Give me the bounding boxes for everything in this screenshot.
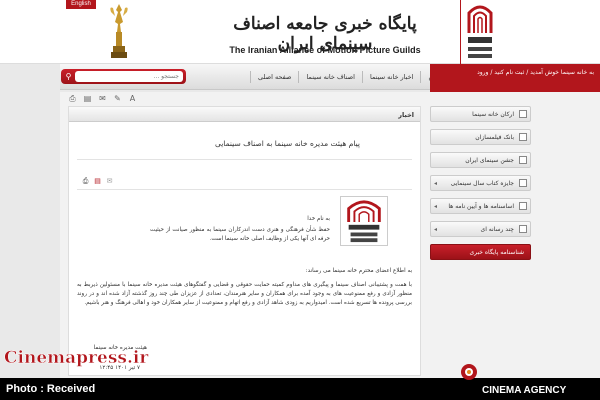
sidebar-item-statutes[interactable]: ◂ اساسنامه ها و آیین نامه ها — [430, 198, 531, 214]
sidebar-item-cinema-festival[interactable]: جشن سینمای ایران — [430, 152, 531, 168]
document-icon — [519, 202, 527, 210]
watermark-site: Cinemapress.ir — [4, 348, 149, 369]
email-icon[interactable]: ✉ — [98, 94, 107, 103]
header-divider — [460, 0, 461, 64]
article-content: اخبار پیام هیئت مدیره خانه سینما به اصنا… — [68, 106, 421, 376]
chevron-left-icon: ◂ — [434, 226, 438, 233]
sidebar-item-label: چند رسانه ای — [480, 226, 515, 233]
photo-credit: Photo : Received — [6, 383, 96, 395]
document-icon — [519, 133, 527, 141]
sidebar-item-cinema-pillars[interactable]: ارکان خانه سینما — [430, 106, 531, 122]
page-toolbar: ⎙ ▤ ✉ ✎ A — [68, 94, 137, 106]
nav-menu: صفحه اصلی اصناف خانه سینما اخبار خانه سی… — [250, 64, 451, 90]
trophy-icon — [110, 4, 128, 58]
pdf-icon[interactable]: ▤ — [93, 177, 102, 186]
site-header: English پایگاه خبری جامعه اصناف سینمای ا… — [0, 0, 600, 64]
english-button[interactable]: English — [66, 0, 96, 9]
search-input[interactable] — [75, 71, 183, 82]
sidebar-item-label: ارکان خانه سینما — [472, 111, 514, 118]
divider — [77, 189, 412, 190]
email-icon[interactable]: ✉ — [105, 177, 114, 186]
sidebar-item-filmmakers-bank[interactable]: بانک فیلمسازان — [430, 129, 531, 145]
welcome-login-bar[interactable]: به خانه سینما خوش آمدید / ثبت نام کنید /… — [430, 64, 600, 92]
print-icon[interactable]: ⎙ — [81, 177, 90, 186]
document-icon — [519, 156, 527, 164]
article-title: پیام هیئت مدیره خانه سینما به اصناف سینم… — [214, 139, 360, 148]
body-text: با همت و پشتیبانی اصناف سینما و پیگیری ه… — [77, 282, 412, 306]
sidebar-item-label: شناسنامه پایگاه خبری — [469, 249, 524, 256]
intro-heading: به نام خدا — [307, 216, 330, 222]
section-label: اخبار — [69, 107, 420, 122]
left-margin — [0, 64, 60, 378]
nav-item-guilds[interactable]: اصناف خانه سینما — [298, 71, 362, 83]
sidebar-item-label: جشن سینمای ایران — [465, 157, 514, 164]
sidebar-item-label: جایزه کتاب سال سینمایی — [450, 180, 514, 187]
chevron-left-icon: ◂ — [434, 203, 438, 210]
cinema-agency-logo — [461, 364, 477, 380]
agency-name: CINEMA AGENCY — [482, 385, 567, 396]
sidebar-item-label: بانک فیلمسازان — [475, 134, 514, 141]
font-size-icon[interactable]: A — [128, 94, 137, 103]
search-icon[interactable]: ⚲ — [64, 72, 73, 81]
document-icon — [519, 110, 527, 118]
chevron-left-icon: ◂ — [434, 180, 438, 187]
search-box: ⚲ — [61, 69, 186, 84]
intro-text: حفظ شأن فرهنگی و هنری دست اندرکاران سینم… — [150, 227, 330, 242]
edit-icon[interactable]: ✎ — [113, 94, 122, 103]
sidebar-item-multimedia[interactable]: ◂ چند رسانه ای — [430, 221, 531, 237]
pdf-icon[interactable]: ▤ — [83, 94, 92, 103]
nav-item-news[interactable]: اخبار خانه سینما — [362, 71, 420, 83]
site-title-en: The Iranian Alliance of Motion Picture G… — [229, 45, 421, 55]
print-icon[interactable]: ⎙ — [68, 94, 77, 103]
nav-item-home[interactable]: صفحه اصلی — [250, 71, 298, 83]
notice-heading: به اطلاع اعضای محترم خانه سینما می رساند… — [305, 268, 412, 274]
document-icon — [519, 225, 527, 233]
document-icon — [519, 179, 527, 187]
divider — [77, 159, 412, 160]
khaneh-cinema-article-logo — [340, 196, 388, 246]
sidebar-item-label: اساسنامه ها و آیین نامه ها — [448, 203, 514, 210]
khaneh-cinema-logo[interactable] — [466, 3, 494, 61]
sidebar-item-site-info[interactable]: شناسنامه پایگاه خبری — [430, 244, 531, 260]
share-icons: ⎙ ▤ ✉ — [81, 177, 114, 186]
sidebar-item-book-award[interactable]: ◂ جایزه کتاب سال سینمایی — [430, 175, 531, 191]
sidebar: ارکان خانه سینما بانک فیلمسازان جشن سینم… — [430, 106, 531, 267]
